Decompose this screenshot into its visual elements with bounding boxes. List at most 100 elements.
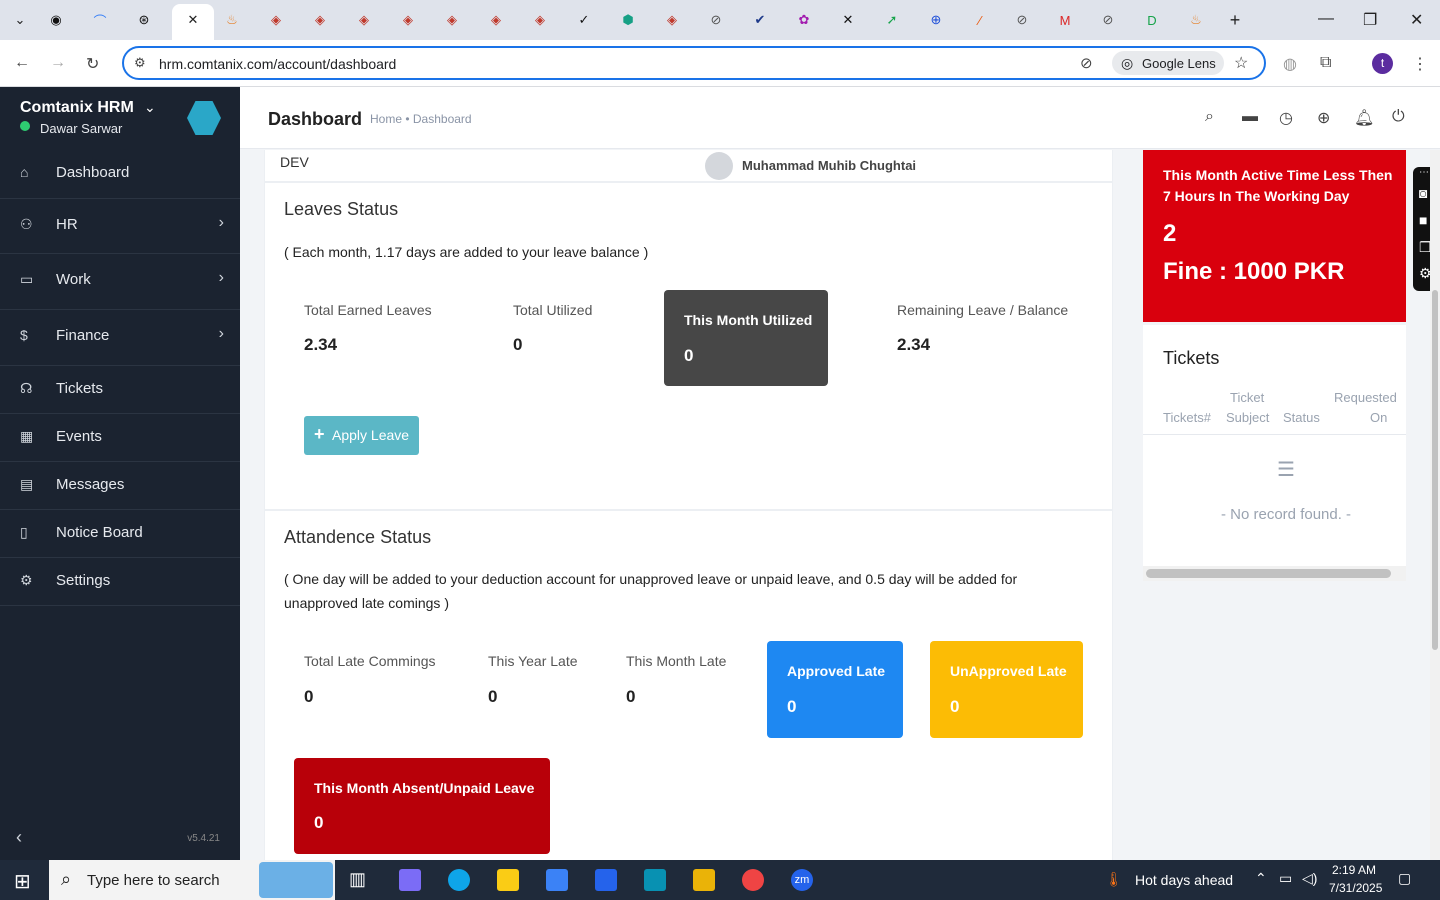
- bookmark-star-icon[interactable]: ☆: [1234, 53, 1248, 73]
- power-icon[interactable]: ⏻: [1392, 108, 1405, 126]
- app-icon[interactable]: [644, 869, 666, 891]
- apply-leave-button[interactable]: + Apply Leave: [304, 416, 419, 455]
- new-tab-icon[interactable]: +: [1225, 10, 1245, 30]
- back-icon[interactable]: ←: [14, 54, 30, 72]
- tab-favicon-icon[interactable]: ⊘: [706, 10, 726, 30]
- minimize-icon[interactable]: —: [1318, 10, 1334, 28]
- tickets-col-status[interactable]: Status: [1283, 410, 1320, 425]
- translate-icon[interactable]: ◍: [1283, 54, 1297, 74]
- page-title: Dashboard: [268, 109, 363, 129]
- edge-icon[interactable]: [448, 869, 470, 891]
- tickets-col-subject-line1[interactable]: Ticket: [1230, 390, 1264, 405]
- network-icon[interactable]: ▭: [1279, 870, 1292, 887]
- google-lens-button[interactable]: ◎ Google Lens: [1112, 51, 1224, 75]
- tab-favicon-icon[interactable]: ✿: [794, 10, 814, 30]
- brand-name[interactable]: Comtanix HRM: [20, 99, 134, 117]
- mail-icon[interactable]: [595, 869, 617, 891]
- tab-favicon-icon[interactable]: ◈: [530, 10, 550, 30]
- forward-icon[interactable]: →: [50, 54, 66, 72]
- sidebar-item-messages[interactable]: ▤ Messages: [0, 462, 240, 510]
- tab-favicon-icon[interactable]: ✔: [750, 10, 770, 30]
- tab-favicon-icon[interactable]: ◈: [662, 10, 682, 30]
- tab-search-icon[interactable]: ⌄: [10, 10, 30, 30]
- url-field[interactable]: ⚙ hrm.comtanix.com/account/dashboard ⊘ ◎…: [122, 46, 1266, 80]
- tray-chevron-icon[interactable]: ⌃: [1255, 870, 1267, 887]
- tab-favicon-icon[interactable]: ♨: [222, 10, 242, 30]
- tab-close-icon[interactable]: ✕: [183, 10, 203, 30]
- reload-icon[interactable]: ↻: [86, 54, 99, 74]
- sidebar-item-work[interactable]: ▭ Work ›: [0, 254, 240, 310]
- close-window-icon[interactable]: ✕: [1410, 10, 1423, 30]
- store-icon[interactable]: [546, 869, 568, 891]
- tab-favicon-icon[interactable]: ⊘: [1098, 10, 1118, 30]
- camera-icon[interactable]: ◙: [1419, 185, 1427, 201]
- profile-avatar[interactable]: t: [1372, 53, 1393, 74]
- breadcrumb[interactable]: Home • Dashboard: [370, 112, 472, 126]
- notifications-icon[interactable]: ▢: [1398, 870, 1411, 887]
- tab-favicon-icon[interactable]: ◈: [486, 10, 506, 30]
- tab-favicon-icon[interactable]: ⌒: [90, 10, 110, 30]
- search-icon[interactable]: ⌕: [1205, 108, 1214, 126]
- weather-text[interactable]: Hot days ahead: [1135, 872, 1233, 888]
- tab-favicon-icon[interactable]: ◈: [442, 10, 462, 30]
- tickets-col-number[interactable]: Tickets#: [1163, 410, 1211, 425]
- tab-favicon-icon[interactable]: ✓: [574, 10, 594, 30]
- sidebar-item-hr[interactable]: ⚇ HR ›: [0, 198, 240, 254]
- tab-favicon-icon[interactable]: ✕: [838, 10, 858, 30]
- clock-time[interactable]: 2:19 AM: [1332, 863, 1376, 877]
- tab-favicon-icon[interactable]: ⊘: [1012, 10, 1032, 30]
- tickets-col-subject-line2[interactable]: Subject: [1226, 410, 1269, 425]
- sidebar-item-notice-board[interactable]: ▯ Notice Board: [0, 510, 240, 558]
- sidebar-item-dashboard[interactable]: ⌂ Dashboard: [0, 150, 240, 198]
- video-icon[interactable]: ■: [1419, 212, 1427, 228]
- tab-favicon-icon[interactable]: ◈: [266, 10, 286, 30]
- sidebar-item-tickets[interactable]: ☊ Tickets: [0, 366, 240, 414]
- extensions-icon[interactable]: ⧉: [1320, 54, 1331, 72]
- sticky-notes-icon[interactable]: [693, 869, 715, 891]
- sidebar-item-finance[interactable]: $ Finance ›: [0, 310, 240, 366]
- tickets-col-requested-line1[interactable]: Requested: [1334, 390, 1397, 405]
- tab-favicon-icon[interactable]: ⬢: [618, 10, 638, 30]
- tab-favicon-icon[interactable]: D: [1142, 10, 1162, 30]
- eye-off-icon[interactable]: ⊘: [1080, 54, 1093, 72]
- site-info-icon[interactable]: ⚙: [134, 55, 146, 71]
- tab-favicon-icon[interactable]: ◈: [354, 10, 374, 30]
- tickets-col-requested-line2[interactable]: On: [1370, 410, 1387, 425]
- tab-favicon-icon[interactable]: ∕: [970, 10, 990, 30]
- page-scrollbar[interactable]: [1430, 150, 1440, 860]
- zoom-icon[interactable]: zm: [791, 869, 813, 891]
- add-circle-icon[interactable]: ⊕: [1317, 108, 1330, 128]
- sidebar-item-events[interactable]: ▦ Events: [0, 414, 240, 462]
- clock-icon[interactable]: ◷: [1279, 108, 1293, 128]
- gmail-tab-icon[interactable]: M: [1055, 10, 1075, 30]
- chevron-down-icon[interactable]: ⌄: [144, 99, 156, 116]
- url-text[interactable]: hrm.comtanix.com/account/dashboard: [159, 56, 396, 72]
- team-member-name[interactable]: Muhammad Muhib Chughtai: [742, 158, 916, 173]
- volume-icon[interactable]: ◁): [1302, 870, 1317, 887]
- browser-menu-icon[interactable]: ⋮: [1412, 54, 1428, 74]
- file-explorer-icon[interactable]: [497, 869, 519, 891]
- tab-favicon-icon[interactable]: ➚: [882, 10, 902, 30]
- collapse-sidebar-icon[interactable]: ‹: [16, 827, 22, 848]
- windows-start-icon[interactable]: ⊞: [14, 869, 31, 894]
- tab-favicon-icon[interactable]: ◈: [310, 10, 330, 30]
- tab-favicon-icon[interactable]: ⊕: [926, 10, 946, 30]
- tab-favicon-icon[interactable]: ◉: [46, 10, 66, 30]
- copilot-icon[interactable]: [399, 869, 421, 891]
- sidebar-item-settings[interactable]: ⚙ Settings: [0, 558, 240, 606]
- attendance-note-line1: ( One day will be added to your deductio…: [284, 571, 1018, 587]
- tickets-scrollbar[interactable]: [1146, 569, 1391, 578]
- tab-favicon-icon[interactable]: ◈: [398, 10, 418, 30]
- taskbar-search[interactable]: ⌕ Type here to search: [49, 860, 335, 900]
- bell-icon[interactable]: 🔔︎: [1354, 108, 1374, 128]
- clock-date[interactable]: 7/31/2025: [1329, 881, 1382, 895]
- notes-icon[interactable]: ▬: [1242, 108, 1258, 126]
- tab-favicon-icon[interactable]: ♨: [1186, 10, 1206, 30]
- chrome-icon[interactable]: [742, 869, 764, 891]
- chevron-right-icon: ›: [218, 214, 224, 231]
- page-scroll-thumb[interactable]: [1432, 290, 1438, 650]
- tab-favicon-icon[interactable]: ⊛: [134, 10, 154, 30]
- task-view-icon[interactable]: ▥: [349, 869, 371, 891]
- pin-icon[interactable]: ⋯: [1419, 167, 1429, 178]
- maximize-icon[interactable]: ❐: [1363, 10, 1377, 30]
